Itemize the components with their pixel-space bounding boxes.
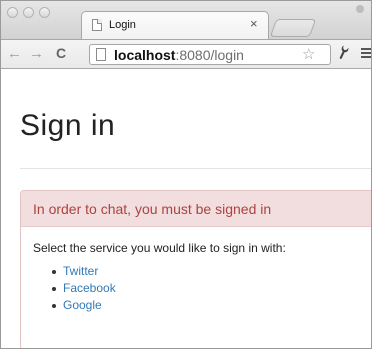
url-host: localhost xyxy=(114,47,176,63)
minimize-window-button[interactable] xyxy=(23,7,34,18)
zoom-window-button[interactable] xyxy=(39,7,50,18)
panel-body: Select the service you would like to sig… xyxy=(21,227,371,314)
signin-panel: In order to chat, you must be signed in … xyxy=(20,190,371,348)
list-item: Twitter xyxy=(52,263,371,280)
twitter-link[interactable]: Twitter xyxy=(63,264,98,278)
browser-window: Login × ← → C localhost:8080/login ☆ Sig… xyxy=(0,0,372,349)
page-icon xyxy=(96,48,106,61)
address-bar[interactable]: localhost:8080/login xyxy=(89,44,331,65)
new-tab-button[interactable] xyxy=(269,19,317,37)
divider xyxy=(20,168,371,169)
page-icon xyxy=(92,19,102,31)
url-text: localhost:8080/login xyxy=(114,47,244,63)
tab-login[interactable]: Login × xyxy=(81,11,269,39)
menu-icon[interactable] xyxy=(361,48,371,60)
close-window-button[interactable] xyxy=(7,7,18,18)
toolbar: ← → C localhost:8080/login xyxy=(1,39,371,69)
forward-icon[interactable]: → xyxy=(29,46,44,62)
instructions-text: Select the service you would like to sig… xyxy=(33,241,286,255)
list-item: Google xyxy=(52,297,371,314)
page-content: Sign in In order to chat, you must be si… xyxy=(1,69,371,348)
back-icon[interactable]: ← xyxy=(7,46,22,62)
list-item: Facebook xyxy=(52,280,371,297)
service-list: Twitter Facebook Google xyxy=(33,263,371,314)
google-link[interactable]: Google xyxy=(63,298,102,312)
page-title: Sign in xyxy=(20,109,116,142)
profile-icon[interactable] xyxy=(356,5,364,13)
url-path: :8080/login xyxy=(175,47,244,63)
facebook-link[interactable]: Facebook xyxy=(63,281,116,295)
bookmark-star-icon[interactable]: ☆ xyxy=(302,45,315,63)
alert-message: In order to chat, you must be signed in xyxy=(21,191,371,227)
tab-close-icon[interactable]: × xyxy=(250,16,258,31)
tab-strip: Login × xyxy=(1,1,371,39)
tab-title: Login xyxy=(109,19,136,31)
reload-icon[interactable]: C xyxy=(56,45,66,61)
